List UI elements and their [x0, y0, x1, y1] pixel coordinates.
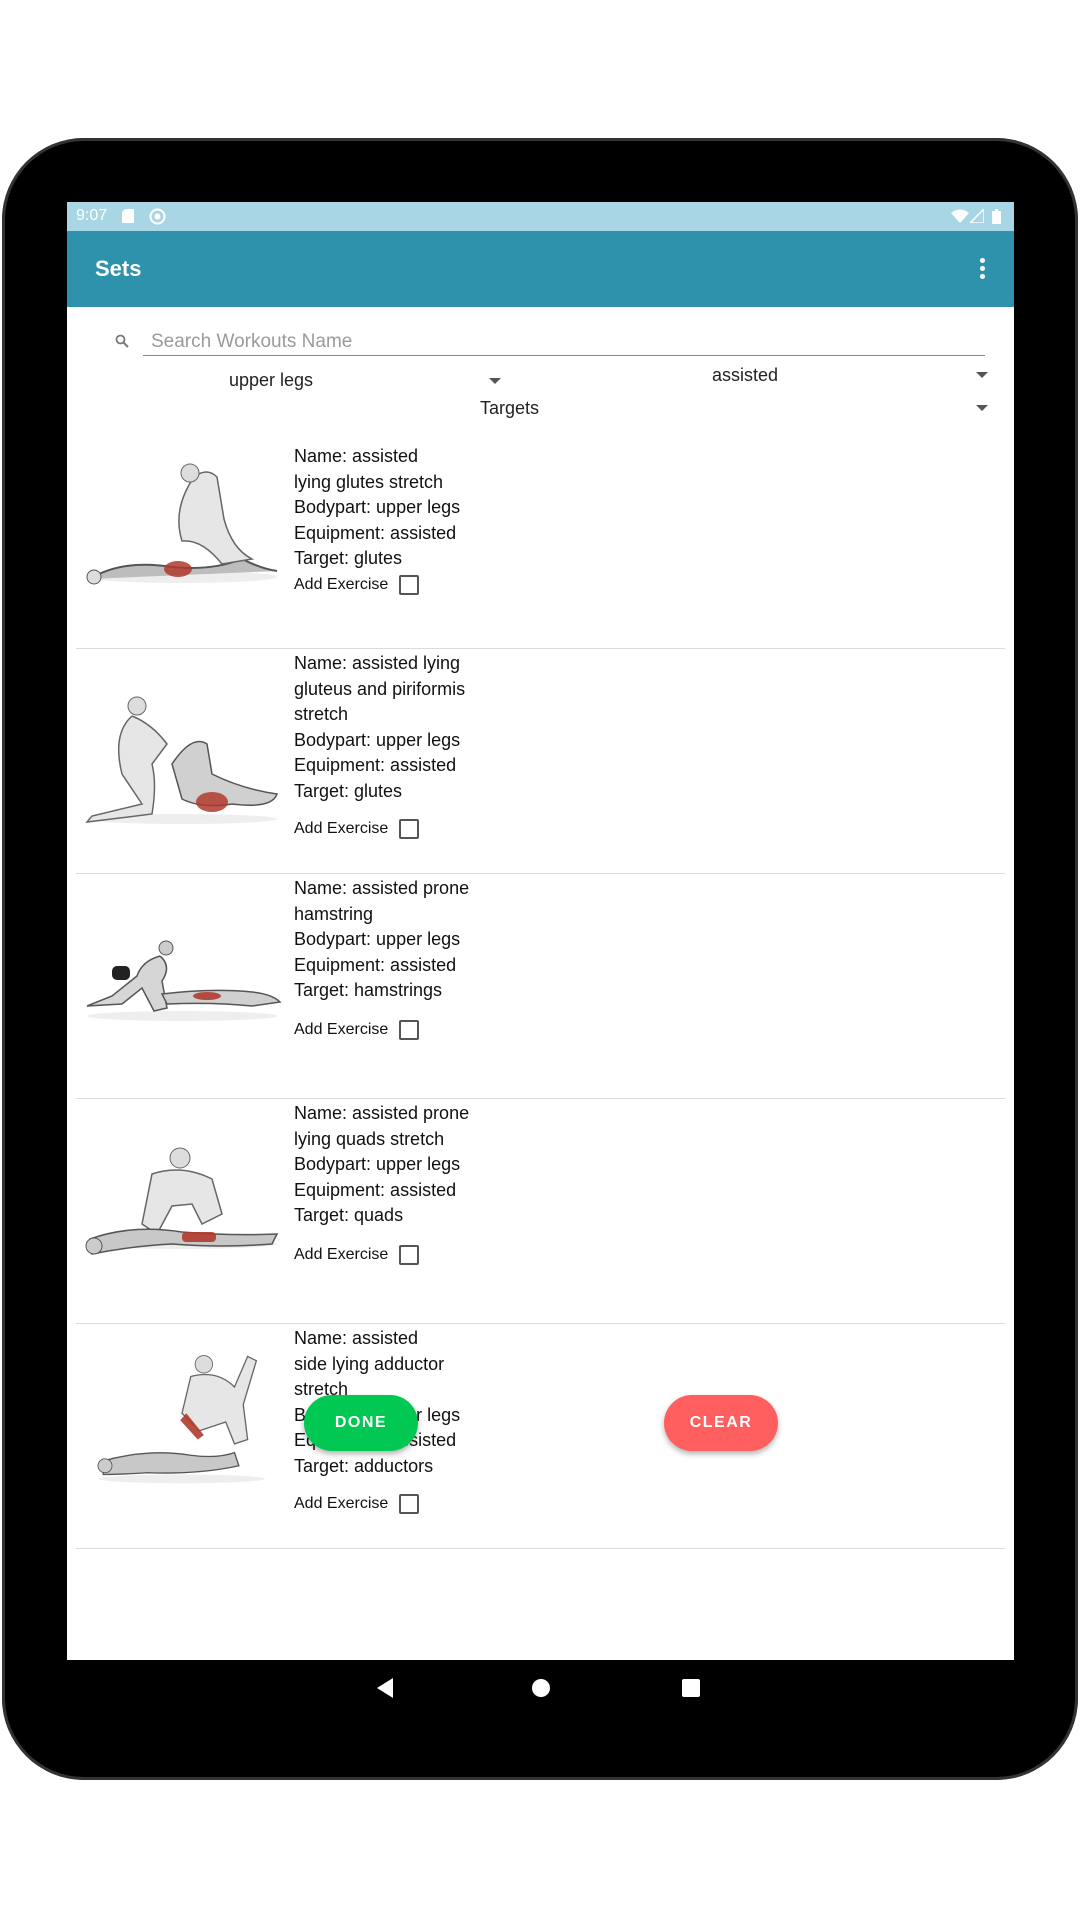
add-exercise-label: Add Exercise [294, 820, 389, 837]
exercise-target: Target: adductors [294, 1455, 434, 1476]
exercise-info: Name: assisted lying glutes stretch Body… [294, 444, 514, 572]
exercise-equipment: Equipment: assisted [294, 522, 457, 543]
exercise-name: Name: assisted lying gluteus and pirifor… [294, 653, 466, 724]
add-exercise-checkbox[interactable] [399, 1494, 419, 1514]
exercise-bodypart: Bodypart: upper legs [294, 497, 461, 517]
add-exercise-label: Add Exercise [294, 576, 389, 593]
battery-icon [992, 209, 1001, 224]
sd-card-icon [122, 209, 134, 223]
exercise-name: Name: assisted prone hamstring [294, 878, 470, 924]
search-bar [115, 328, 985, 358]
exercise-equipment: Equipment: assisted [294, 755, 457, 775]
exercise-target: Target: hamstrings [294, 980, 443, 1000]
exercise-list: Name: assisted lying glutes stretch Body… [76, 424, 1005, 1549]
exercise-equipment: Equipment: assisted [294, 1179, 457, 1200]
list-item: Name: assisted side lying adductor stret… [76, 1324, 1005, 1549]
exercise-equipment: Equipment: assisted [294, 954, 457, 975]
exercise-name: Name: assisted lying glutes stretch [294, 446, 444, 492]
search-icon [115, 334, 129, 348]
list-item: Name: assisted prone hamstring Bodypart:… [76, 874, 1005, 1099]
exercise-target: Target: glutes [294, 548, 403, 568]
target-selected: Targets [480, 398, 540, 418]
exercise-image [97, 1355, 266, 1484]
add-exercise-label: Add Exercise [294, 1021, 389, 1038]
bodypart-dropdown[interactable]: upper legs [177, 366, 517, 396]
system-nav-bar [67, 1660, 1014, 1720]
wifi-icon [951, 209, 969, 223]
chevron-down-icon [489, 378, 501, 384]
exercise-image [85, 1147, 279, 1255]
home-icon[interactable] [531, 1678, 551, 1698]
app-bar: Sets [67, 231, 1014, 307]
more-options-icon[interactable] [980, 258, 986, 280]
signal-icon [970, 209, 984, 223]
exercise-bodypart: Bodypart: upper legs [294, 929, 461, 949]
status-time: 9:07 [76, 207, 108, 224]
exercise-name: Name: assisted side lying adductor stret… [294, 1328, 445, 1399]
exercise-bodypart: Bodypart: upper legs [294, 1154, 461, 1174]
status-bar: 9:07 [67, 202, 1014, 231]
recents-icon[interactable] [682, 1679, 700, 1697]
clear-button[interactable]: CLEAR [664, 1395, 778, 1451]
search-input[interactable] [143, 328, 985, 356]
add-exercise-label: Add Exercise [294, 1495, 389, 1512]
exercise-image [86, 940, 282, 1021]
back-icon[interactable] [377, 1678, 395, 1698]
exercise-info: Name: assisted lying gluteus and pirifor… [294, 651, 514, 804]
equipment-selected: assisted [712, 365, 779, 385]
chevron-down-icon [976, 372, 988, 378]
target-dropdown[interactable]: Targets [367, 394, 1007, 424]
list-item: Name: assisted prone lying quads stretch… [76, 1099, 1005, 1324]
exercise-target: Target: glutes [294, 780, 403, 801]
exercise-bodypart: Bodypart: upper legs [294, 729, 461, 750]
add-exercise-toggle[interactable]: Add Exercise [294, 1494, 419, 1517]
add-exercise-toggle[interactable]: Add Exercise [294, 1245, 419, 1268]
chevron-down-icon [976, 405, 988, 411]
done-button[interactable]: DONE [304, 1395, 418, 1451]
exercise-image [86, 463, 278, 585]
exercise-info: Name: assisted prone hamstring Bodypart:… [294, 876, 514, 1004]
exercise-target: Target: quads [294, 1205, 404, 1225]
add-exercise-toggle[interactable]: Add Exercise [294, 1020, 419, 1043]
equipment-dropdown[interactable]: assisted [667, 362, 1007, 392]
add-exercise-checkbox[interactable] [399, 1020, 419, 1040]
list-item: Name: assisted lying glutes stretch Body… [76, 424, 1005, 649]
add-exercise-checkbox[interactable] [399, 1245, 419, 1265]
bodypart-selected: upper legs [229, 370, 314, 390]
add-exercise-toggle[interactable]: Add Exercise [294, 819, 419, 842]
exercise-image [85, 696, 278, 824]
list-item: Name: assisted lying gluteus and pirifor… [76, 649, 1005, 874]
exercise-name: Name: assisted prone lying quads stretch [294, 1103, 470, 1149]
sync-icon [149, 208, 166, 225]
add-exercise-checkbox[interactable] [399, 819, 419, 839]
exercise-info: Name: assisted prone lying quads stretch… [294, 1101, 514, 1229]
page-title: Sets [95, 256, 142, 281]
app-screen: 9:07 Sets upper legs assisted Targets [67, 202, 1014, 1660]
add-exercise-toggle[interactable]: Add Exercise [294, 575, 419, 598]
add-exercise-label: Add Exercise [294, 1246, 389, 1263]
add-exercise-checkbox[interactable] [399, 575, 419, 595]
